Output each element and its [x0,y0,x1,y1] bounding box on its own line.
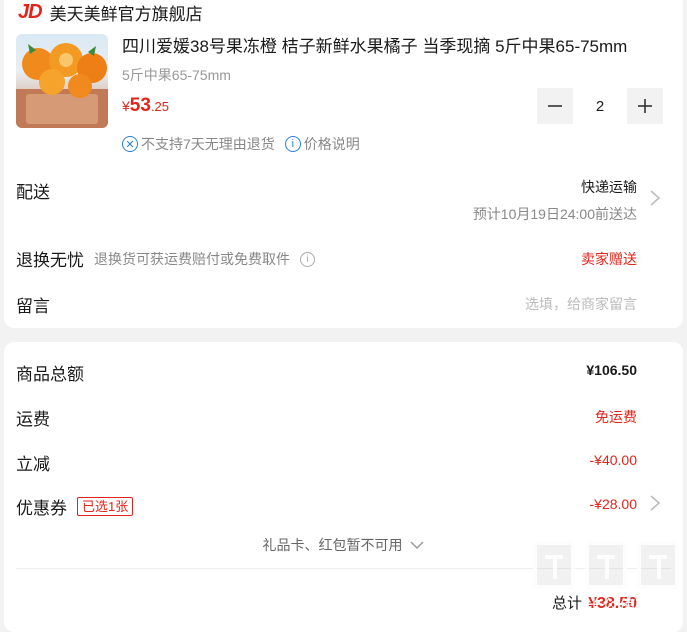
store-header[interactable]: JD 美天美鲜官方旗舰店 [18,0,203,25]
discount-value: -¥40.00 [589,452,637,468]
quantity-stepper: 2 [537,88,663,124]
message-label: 留言 [16,297,50,316]
return-value: 卖家赠送 [581,251,637,267]
delivery-label: 配送 [16,183,50,202]
coupon-value[interactable]: -¥28.00 [590,496,637,512]
price-symbol: ¥ [122,98,130,114]
return-desc: 退换货可获运费赔付或免费取件 [94,251,290,267]
quantity-value[interactable]: 2 [573,88,627,124]
info-icon[interactable]: i [284,136,301,152]
return-label: 退换无忧 [16,251,84,270]
minus-icon [548,105,562,107]
coupon-chevron-right-icon[interactable] [649,495,661,511]
orange-image-icon [16,43,108,128]
product-price: ¥53.25 [122,95,169,117]
coupon-badge: 已选1张 [77,497,134,516]
watermark-glyph [585,541,627,589]
return-info-icon[interactable]: i [300,251,315,267]
product-spec[interactable]: 5斤中果65-75mm [122,65,231,85]
watermark-glyph [533,541,575,589]
plus-icon [638,99,652,113]
order-item-card: JD 美天美鲜官方旗舰店 四川爱媛38号果冻橙 桔子新鲜水果橘子 当季现摘 5斤… [4,0,683,328]
product-thumbnail[interactable] [16,34,108,128]
shipping-label: 运费 [16,410,50,429]
discount-label: 立减 [16,455,50,474]
delivery-eta[interactable]: 预计10月19日24:00前送达 [473,204,637,224]
product-title[interactable]: 四川爱媛38号果冻橙 桔子新鲜水果橘子 当季现摘 5斤中果65-75mm [122,36,667,58]
decrease-button[interactable] [537,88,573,124]
delivery-chevron-right-icon[interactable] [649,190,661,206]
goods-total-label: 商品总额 [16,365,84,384]
no-return-text: 不支持7天无理由退货 [141,136,275,152]
increase-button[interactable] [627,88,663,124]
delivery-method[interactable]: 快递运输 [581,177,637,197]
giftcard-text: 礼品卡、红包暂不可用 [262,537,403,553]
price-decimal: .25 [150,99,170,114]
site-watermark [533,535,679,595]
goods-total-value: ¥106.50 [586,362,637,378]
store-name[interactable]: 美天美鲜官方旗舰店 [50,0,203,25]
watermark-glyph [637,541,679,589]
total-label: 总计 [552,595,583,612]
watermark-text: 什么值得买 [583,597,673,616]
price-note-link[interactable]: 价格说明 [304,134,360,154]
message-input[interactable]: 选填，给商家留言 [525,294,637,314]
chevron-down-icon [410,541,424,550]
jd-logo: JD [18,1,43,23]
service-badges: ✕ 不支持7天无理由退货 i 价格说明 [122,134,360,154]
coupon-label: 优惠券 [16,499,67,518]
no-return-icon: ✕ [122,136,138,152]
shipping-value: 免运费 [595,409,637,425]
price-integer: 53 [129,95,151,116]
return-desc-wrap: 退换货可获运费赔付或免费取件 i [94,249,315,269]
coupon-row[interactable]: 优惠券 已选1张 [16,494,134,519]
